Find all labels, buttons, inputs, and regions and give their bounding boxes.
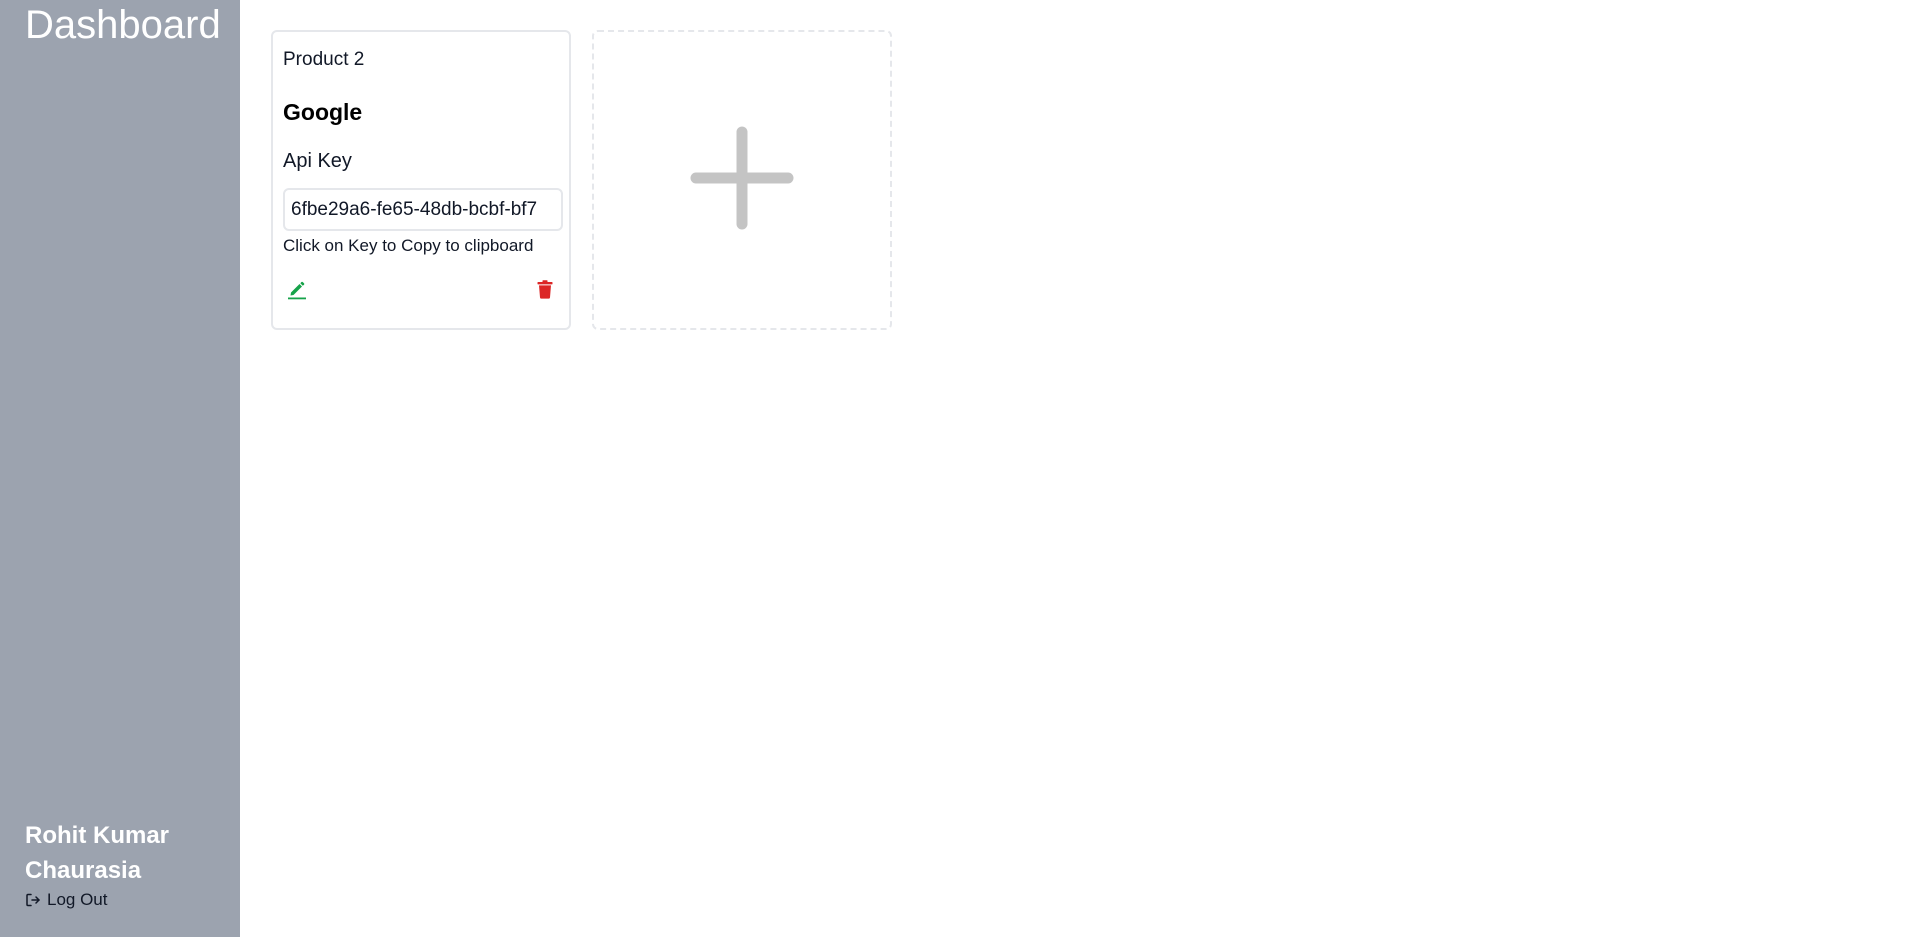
trash-icon [534, 280, 556, 303]
user-name: Rohit Kumar Chaurasia [25, 818, 225, 888]
logout-label: Log Out [47, 890, 108, 909]
sidebar-title: Dashboard [25, 3, 221, 47]
api-key-input[interactable] [283, 188, 563, 231]
delete-button[interactable] [533, 278, 557, 302]
edit-button[interactable] [285, 278, 309, 302]
app-root: Dashboard Rohit Kumar Chaurasia Log Out [0, 0, 1920, 937]
card-actions [285, 278, 557, 304]
plus-icon [690, 126, 794, 235]
logout-icon [25, 892, 41, 908]
api-key-label: Api Key [283, 150, 352, 172]
copy-hint: Click on Key to Copy to clipboard [283, 236, 534, 255]
user-name-line-1: Rohit Kumar [25, 822, 169, 849]
main-content: Product 2 Google Api Key Click on Key to… [240, 0, 1920, 937]
add-product-card[interactable] [592, 30, 892, 330]
product-name: Product 2 [283, 49, 365, 70]
pencil-icon [286, 281, 308, 303]
product-card: Product 2 Google Api Key Click on Key to… [271, 30, 571, 330]
provider-name: Google [283, 99, 363, 125]
user-section: Rohit Kumar Chaurasia Log Out [25, 818, 225, 910]
user-name-line-2: Chaurasia [25, 857, 142, 884]
logout-link[interactable]: Log Out [25, 890, 225, 910]
sidebar: Dashboard Rohit Kumar Chaurasia Log Out [0, 0, 240, 937]
